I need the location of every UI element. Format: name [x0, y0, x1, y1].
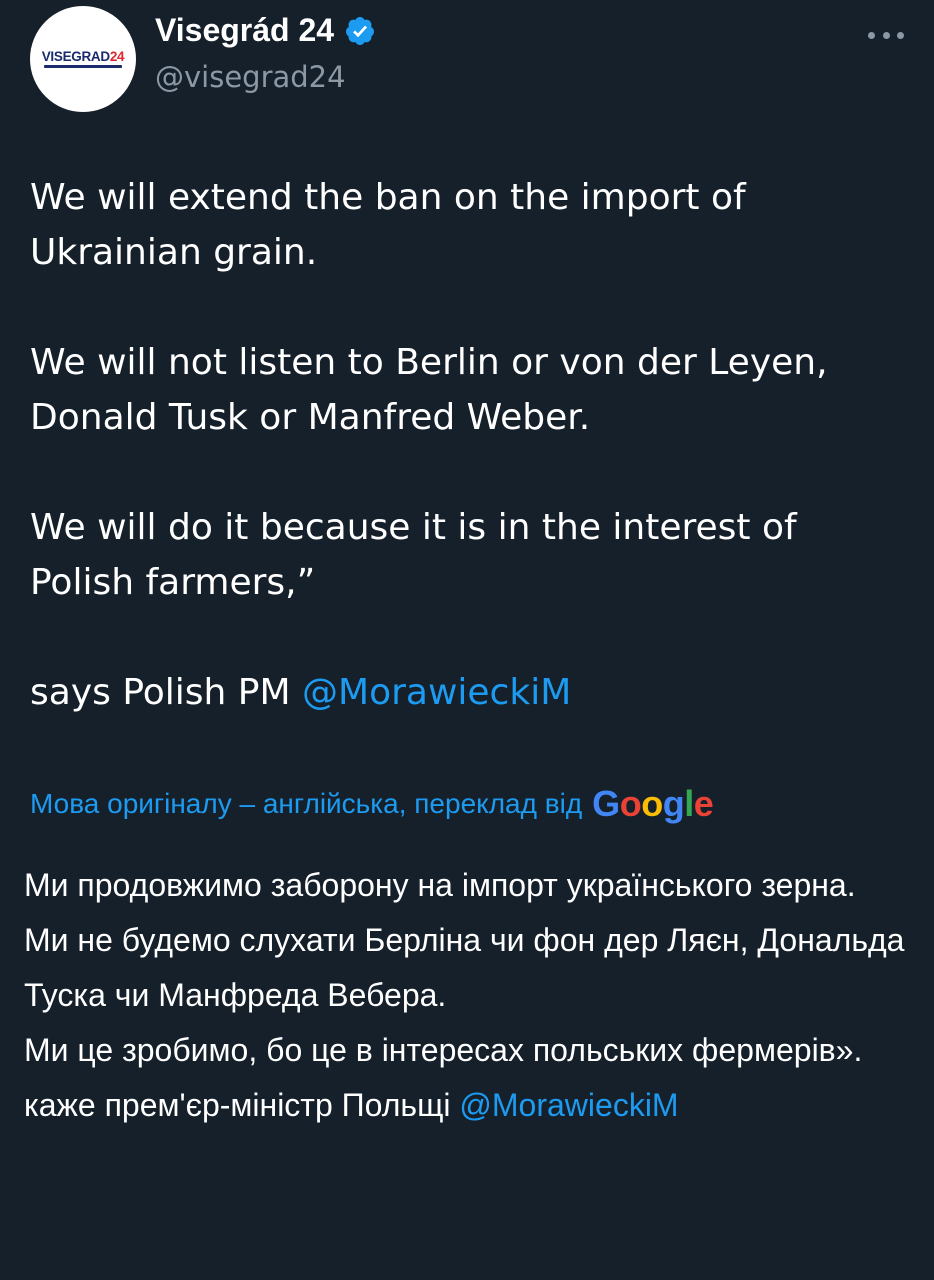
- author-name-row[interactable]: Visegrád 24: [155, 12, 376, 49]
- translated-mention-link[interactable]: @MorawieckiM: [459, 1087, 678, 1123]
- translated-final-prefix: каже прем'єр-міністр Польщі: [24, 1087, 460, 1123]
- more-dot: [868, 31, 875, 39]
- mention-link[interactable]: @MorawieckiM: [302, 672, 571, 713]
- tweet-text: We will extend the ban on the import of …: [30, 170, 910, 720]
- avatar-logo-underline: [44, 65, 122, 69]
- avatar-logo: VISEGRAD24: [41, 48, 125, 64]
- tweet-paragraph: We will do it because it is in the inter…: [30, 507, 797, 603]
- more-dot: [882, 31, 890, 39]
- google-logo: Google: [592, 783, 714, 824]
- tweet-paragraph: We will not listen to Berlin or von der …: [30, 342, 828, 438]
- translated-paragraph-final: каже прем'єр-міністр Польщі @MorawieckiM: [24, 1078, 914, 1133]
- final-line-prefix: says Polish PM: [30, 672, 303, 713]
- avatar[interactable]: VISEGRAD24: [30, 6, 136, 112]
- translated-text: Ми продовжимо заборону на імпорт українс…: [24, 858, 914, 1133]
- more-dots-icon[interactable]: [868, 20, 904, 50]
- more-dot: [897, 31, 904, 39]
- verified-badge-icon: [346, 16, 375, 45]
- translation-notice[interactable]: Мова оригіналу – англійська, переклад ві…: [30, 783, 714, 825]
- tweet: VISEGRAD24 Visegrád 24 @visegrad24 We wi…: [0, 0, 934, 1280]
- translation-label[interactable]: Мова оригіналу – англійська, переклад ві…: [30, 788, 582, 820]
- handle[interactable]: @visegrad24: [155, 60, 346, 94]
- tweet-paragraph-final: says Polish PM @MorawieckiM: [30, 665, 910, 720]
- tweet-paragraph: We will extend the ban on the import of …: [30, 177, 746, 273]
- translated-paragraph: Ми продовжимо заборону на імпорт українс…: [24, 867, 856, 903]
- translated-paragraph: Ми це зробимо, бо це в інтересах польськ…: [24, 1032, 863, 1068]
- display-name[interactable]: Visegrád 24: [155, 12, 334, 49]
- translated-paragraph: Ми не будемо слухати Берліна чи фон дер …: [24, 922, 905, 1013]
